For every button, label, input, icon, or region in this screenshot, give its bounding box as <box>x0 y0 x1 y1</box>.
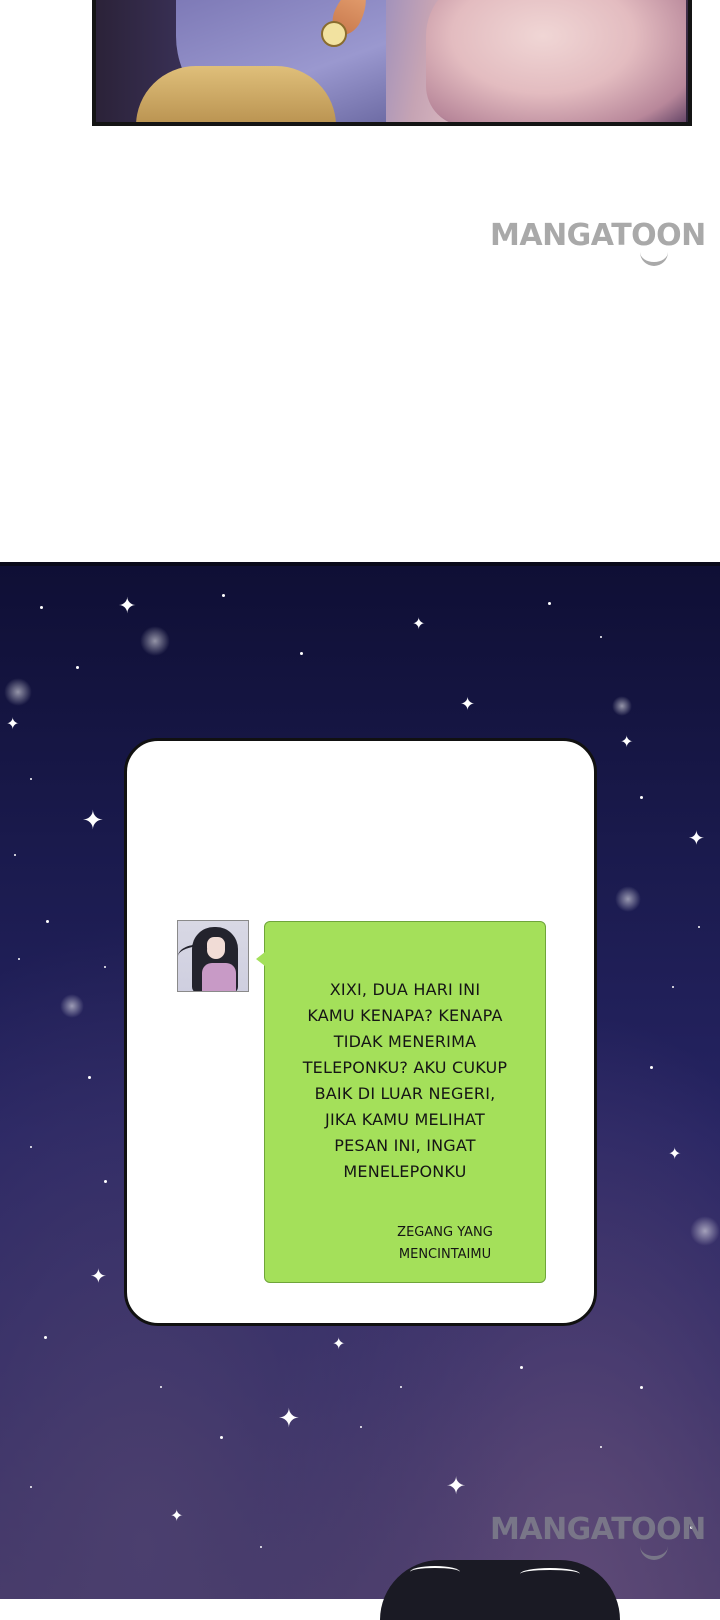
sparkle-icon: ✦ <box>412 614 426 633</box>
mangatoon-watermark: MANGATOON <box>490 1512 720 1560</box>
star <box>600 636 602 638</box>
star <box>30 778 32 780</box>
sparkle-icon: ✦ <box>446 1472 467 1500</box>
star <box>400 1386 402 1388</box>
star <box>672 986 674 988</box>
star <box>650 1066 653 1069</box>
sparkle-icon: ✦ <box>460 694 476 715</box>
star <box>640 1386 643 1389</box>
sparkle-icon: ✦ <box>82 806 104 836</box>
star <box>222 594 225 597</box>
star <box>220 1436 223 1439</box>
art-hair-highlight <box>410 1566 460 1578</box>
star <box>260 1546 262 1548</box>
sparkle-icon: ✦ <box>278 1404 300 1434</box>
art-flower-bead <box>321 21 347 47</box>
top-art-panel <box>92 0 692 126</box>
star <box>88 1076 91 1079</box>
sender-avatar[interactable] <box>177 920 249 992</box>
star <box>300 652 303 655</box>
star <box>360 1426 362 1428</box>
star <box>520 1366 523 1369</box>
sparkle-icon: ✦ <box>332 1334 346 1353</box>
mangatoon-watermark: MANGATOON <box>490 218 720 266</box>
avatar-face <box>207 937 225 959</box>
watermark-text: MANGATOON <box>490 1512 706 1547</box>
star <box>548 602 551 605</box>
star <box>46 920 49 923</box>
star-glow <box>60 994 84 1018</box>
watermark-text: MANGATOON <box>490 218 706 253</box>
star <box>600 1446 602 1448</box>
star <box>14 854 16 856</box>
star-glow <box>140 626 170 656</box>
watermark-smile-icon <box>640 250 668 266</box>
star <box>160 1386 162 1388</box>
art-figure <box>426 0 686 122</box>
star <box>104 1180 107 1183</box>
star <box>18 958 20 960</box>
star <box>76 666 79 669</box>
star <box>698 926 700 928</box>
sparkle-icon: ✦ <box>620 732 634 751</box>
star <box>30 1146 32 1148</box>
message-text: XIXI, DUA HARI INI KAMU KENAPA? KENAPA T… <box>302 980 508 1181</box>
star <box>44 1336 47 1339</box>
message-signature: ZEGANG YANG MENCINTAIMU <box>397 1225 493 1262</box>
sparkle-icon: ✦ <box>688 826 705 850</box>
art-tassel <box>136 66 336 122</box>
star-glow <box>612 696 632 716</box>
star <box>640 796 643 799</box>
star-glow <box>690 1216 720 1246</box>
star-glow <box>4 678 32 706</box>
avatar-clothing <box>202 963 236 991</box>
bubble-tail <box>256 952 265 966</box>
star-glow <box>615 886 641 912</box>
sparkle-icon: ✦ <box>90 1264 107 1288</box>
star <box>40 606 43 609</box>
star <box>30 1486 32 1488</box>
sparkle-icon: ✦ <box>668 1144 682 1163</box>
art-hair-highlight <box>520 1568 580 1580</box>
sparkle-icon: ✦ <box>118 594 137 619</box>
message-bubble[interactable]: XIXI, DUA HARI INI KAMU KENAPA? KENAPA T… <box>256 921 546 1283</box>
sparkle-icon: ✦ <box>170 1506 184 1525</box>
star <box>104 966 106 968</box>
sparkle-icon: ✦ <box>6 714 20 733</box>
